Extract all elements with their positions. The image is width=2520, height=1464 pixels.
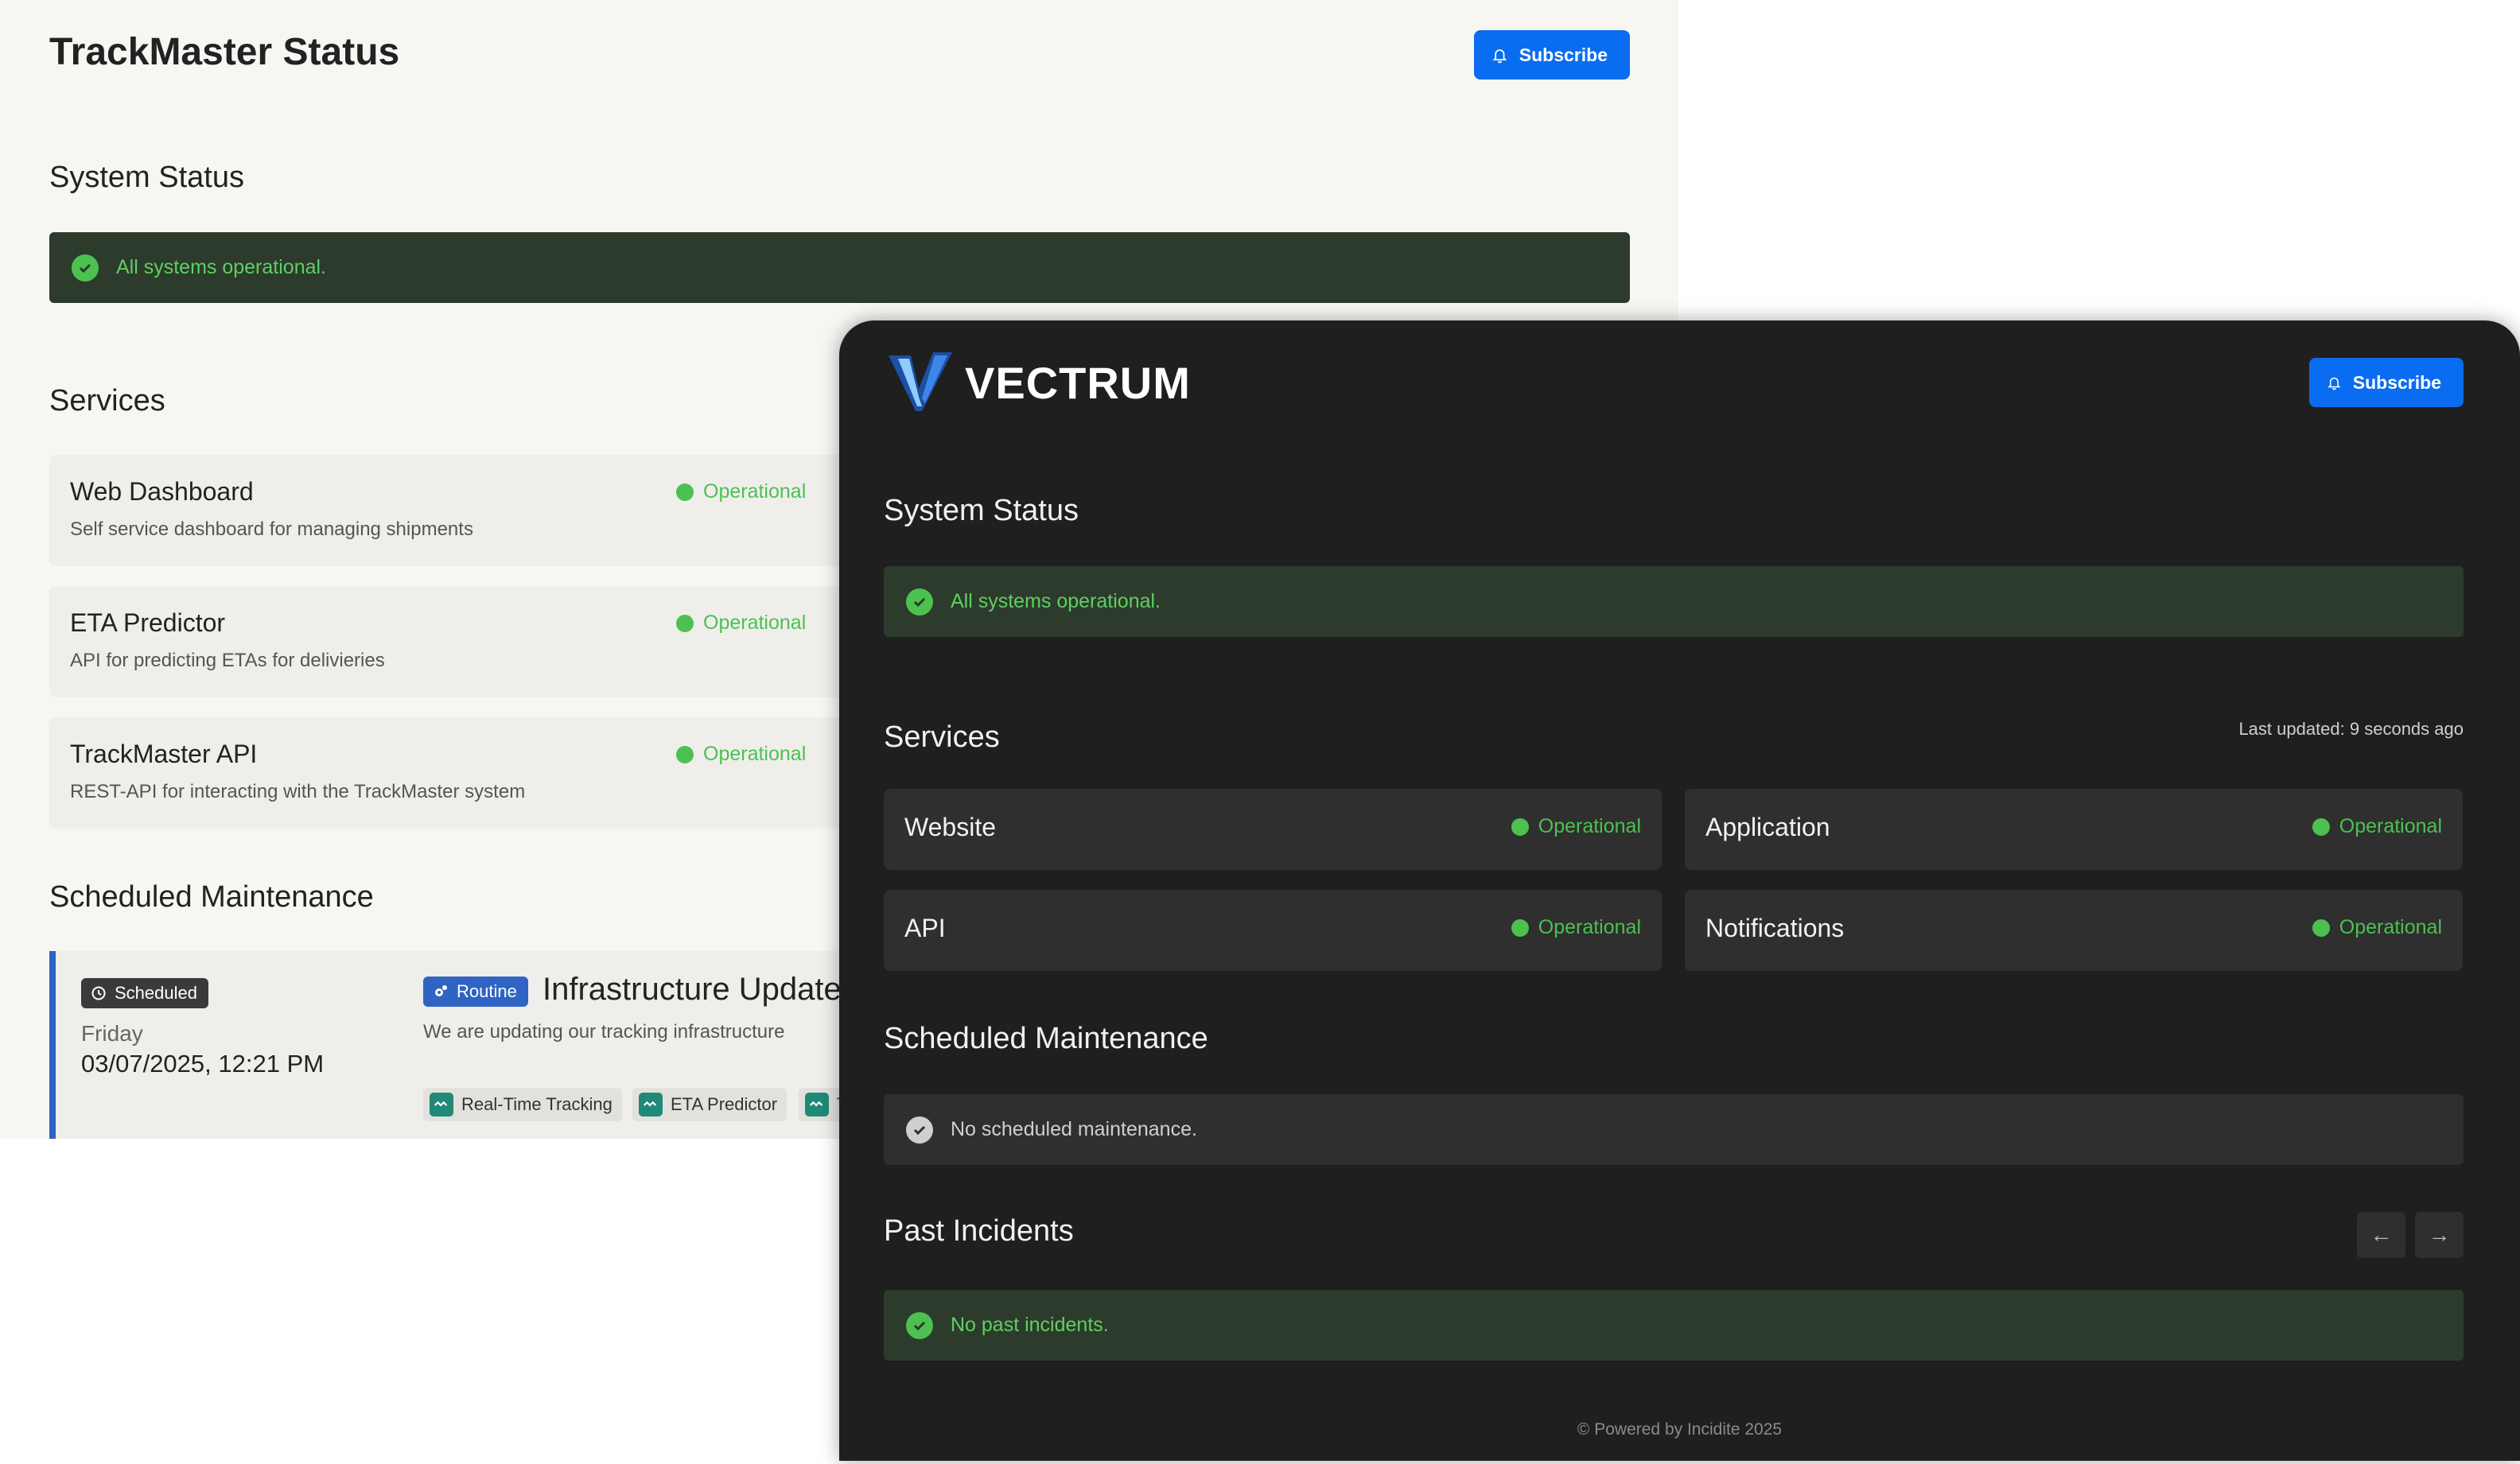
past-incidents-heading: Past Incidents bbox=[884, 1214, 1074, 1248]
service-card: API Operational bbox=[884, 890, 1662, 971]
service-status: Operational bbox=[676, 743, 806, 766]
maintenance-description: We are updating our tracking infrastruct… bbox=[423, 1021, 785, 1043]
status-banner: All systems operational. bbox=[49, 232, 1630, 303]
service-description: API for predicting ETAs for delivieries bbox=[70, 650, 385, 671]
check-circle-icon bbox=[906, 588, 933, 616]
service-description: REST-API for interacting with the TrackM… bbox=[70, 781, 526, 802]
tag-label: Real-Time Tracking bbox=[461, 1094, 612, 1114]
scheduled-badge-label: Scheduled bbox=[115, 983, 197, 1003]
routine-badge: Routine bbox=[423, 977, 528, 1007]
bell-icon bbox=[2328, 377, 2341, 390]
tag-label: ETA Predictor bbox=[671, 1094, 778, 1114]
gears-icon bbox=[435, 985, 447, 996]
scheduled-badge: Scheduled bbox=[81, 978, 208, 1008]
no-incidents-text: No past incidents. bbox=[951, 1314, 1109, 1336]
check-circle-icon bbox=[72, 254, 99, 282]
footer-credit: © Powered by Incidite 2025 bbox=[1577, 1420, 1783, 1439]
page-title: TrackMaster Status bbox=[49, 31, 400, 73]
subscribe-button[interactable]: Subscribe bbox=[2309, 358, 2464, 407]
service-status: Operational bbox=[2312, 916, 2442, 939]
status-label: Operational bbox=[703, 612, 807, 634]
status-dot-icon bbox=[676, 745, 694, 763]
system-status-heading: System Status bbox=[884, 494, 1079, 527]
status-banner: All systems operational. bbox=[884, 566, 2464, 637]
status-label: Operational bbox=[1538, 815, 1641, 837]
vectrum-logo-icon bbox=[889, 352, 952, 411]
tracking-icon bbox=[805, 1093, 829, 1116]
service-name: Notifications bbox=[1705, 914, 1845, 942]
affected-service-tag: ETA Predictor bbox=[632, 1088, 788, 1121]
status-label: Operational bbox=[703, 743, 807, 765]
service-status: Operational bbox=[676, 612, 806, 635]
status-label: Operational bbox=[2339, 916, 2442, 938]
maintenance-day: Friday bbox=[81, 1021, 143, 1046]
status-label: Operational bbox=[2339, 815, 2442, 837]
service-card: Web Dashboard Self service dashboard for… bbox=[49, 455, 877, 566]
status-dot-icon bbox=[2312, 817, 2330, 836]
service-status: Operational bbox=[1511, 916, 1641, 939]
brand-name: VECTRUM bbox=[965, 357, 1191, 408]
prev-page-button[interactable]: ← bbox=[2357, 1212, 2405, 1258]
service-card: Notifications Operational bbox=[1685, 890, 2463, 971]
service-name: ETA Predictor bbox=[70, 608, 226, 637]
service-status: Operational bbox=[2312, 815, 2442, 838]
maintenance-card[interactable]: Scheduled Friday 03/07/2025, 12:21 PM Ro… bbox=[49, 951, 892, 1139]
subscribe-button[interactable]: Subscribe bbox=[1474, 30, 1630, 80]
service-status: Operational bbox=[1511, 815, 1641, 838]
tracking-icon bbox=[639, 1093, 663, 1116]
status-dot-icon bbox=[1511, 918, 1529, 937]
affected-service-tag: Real-Time Tracking bbox=[423, 1088, 622, 1121]
status-dot-icon bbox=[676, 614, 694, 632]
service-name: Application bbox=[1705, 813, 1830, 841]
service-description: Self service dashboard for managing ship… bbox=[70, 518, 473, 540]
status-dot-icon bbox=[676, 483, 694, 501]
brand-logo[interactable]: VECTRUM bbox=[887, 351, 1191, 414]
service-status: Operational bbox=[676, 480, 806, 503]
services-heading: Services bbox=[49, 384, 165, 417]
system-status-heading: System Status bbox=[49, 161, 244, 194]
service-card: Website Operational bbox=[884, 789, 1662, 870]
check-circle-icon bbox=[906, 1116, 933, 1144]
services-heading: Services bbox=[884, 720, 1000, 754]
routine-badge-label: Routine bbox=[457, 981, 517, 1001]
service-name: TrackMaster API bbox=[70, 740, 258, 768]
status-banner-text: All systems operational. bbox=[951, 590, 1161, 612]
clock-icon bbox=[91, 986, 106, 1000]
check-circle-icon bbox=[906, 1311, 933, 1339]
service-name: Website bbox=[904, 813, 997, 841]
scheduled-maintenance-heading: Scheduled Maintenance bbox=[49, 880, 374, 914]
no-maintenance-banner: No scheduled maintenance. bbox=[884, 1094, 2464, 1165]
service-name: Web Dashboard bbox=[70, 477, 254, 506]
service-card: TrackMaster API REST-API for interacting… bbox=[49, 717, 877, 829]
tracking-icon bbox=[430, 1093, 453, 1116]
maintenance-date: 03/07/2025, 12:21 PM bbox=[81, 1050, 325, 1078]
no-incidents-banner: No past incidents. bbox=[884, 1290, 2464, 1361]
service-card: ETA Predictor API for predicting ETAs fo… bbox=[49, 586, 877, 697]
no-maintenance-text: No scheduled maintenance. bbox=[951, 1118, 1197, 1140]
status-banner-text: All systems operational. bbox=[116, 256, 327, 278]
service-card: Application Operational bbox=[1685, 789, 2463, 870]
status-dot-icon bbox=[1511, 817, 1529, 836]
subscribe-label: Subscribe bbox=[1519, 44, 1608, 65]
vectrum-status-window: VECTRUM Subscribe System Status All syst… bbox=[839, 320, 2520, 1461]
scheduled-maintenance-heading: Scheduled Maintenance bbox=[884, 1022, 1208, 1055]
bell-icon bbox=[1492, 49, 1507, 64]
subscribe-label: Subscribe bbox=[2352, 371, 2441, 393]
status-label: Operational bbox=[1538, 916, 1641, 938]
status-label: Operational bbox=[703, 480, 807, 503]
last-updated: Last updated: 9 seconds ago bbox=[2238, 719, 2464, 739]
status-dot-icon bbox=[2312, 918, 2330, 937]
service-name: API bbox=[904, 914, 946, 942]
next-page-button[interactable]: → bbox=[2415, 1212, 2464, 1258]
maintenance-title: Infrastructure Updates bbox=[542, 972, 858, 1007]
